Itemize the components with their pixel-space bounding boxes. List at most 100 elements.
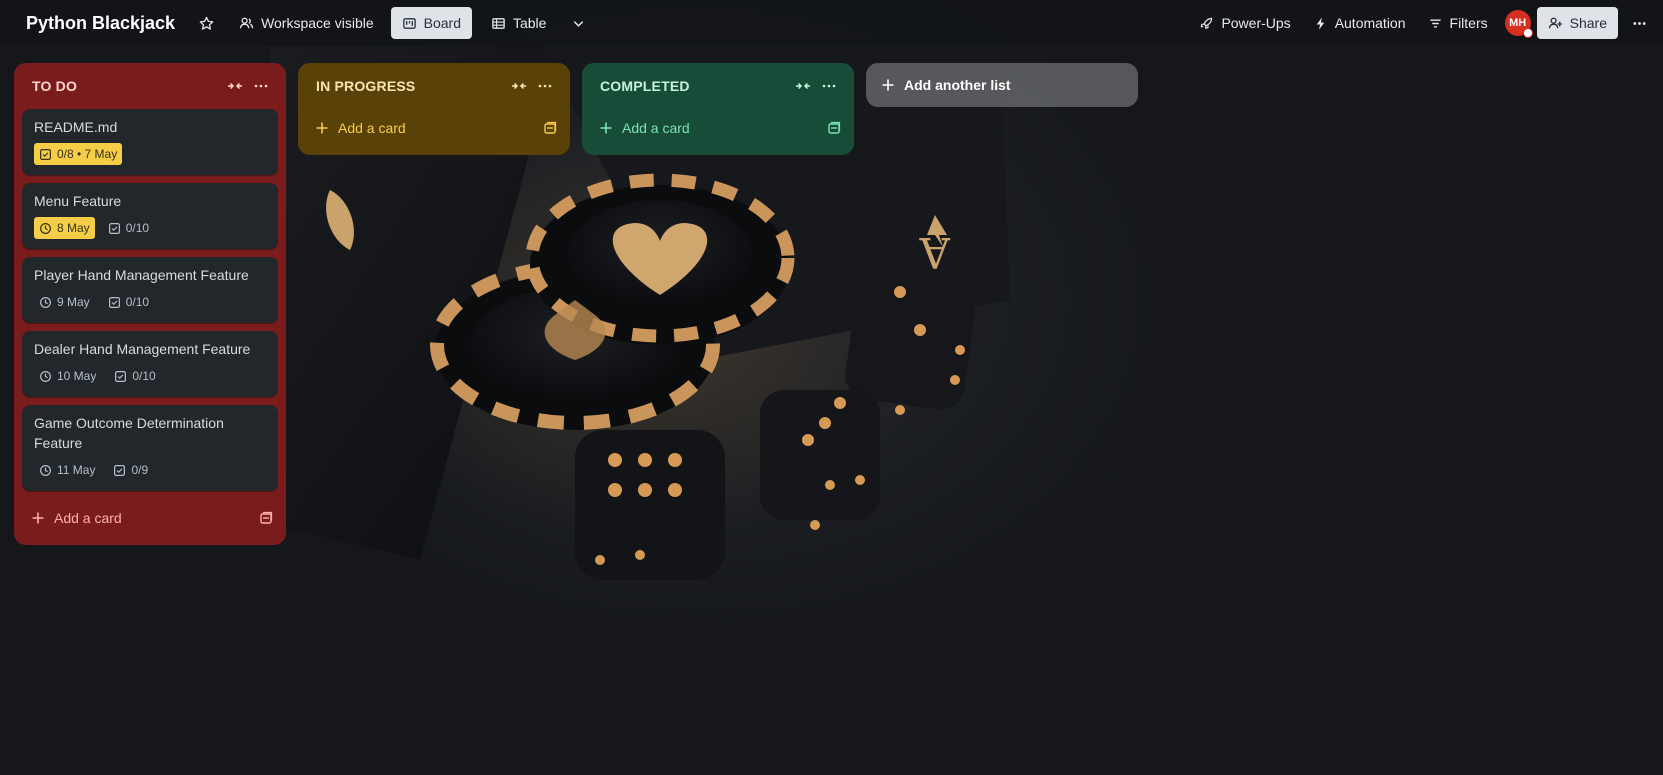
plus-icon [316, 122, 328, 134]
view-table-label: Table [512, 15, 547, 31]
card-title: Player Hand Management Feature [34, 267, 249, 283]
card-template-icon[interactable] [542, 120, 558, 136]
collapse-icon [512, 82, 526, 90]
card-badges: 8 May 0/10 [34, 217, 266, 239]
more-icon [822, 84, 836, 88]
due-date-badge: 10 May [34, 365, 101, 387]
board-icon [402, 17, 416, 29]
badge-text: 10 May [57, 369, 97, 383]
card[interactable]: Dealer Hand Management Feature 10 May 0/… [22, 331, 278, 397]
add-card-label: Add a card [54, 510, 122, 526]
more-icon [538, 84, 552, 88]
badge-text: 0/9 [131, 463, 149, 477]
star-button[interactable] [191, 7, 222, 39]
card-title: Dealer Hand Management Feature [34, 341, 251, 357]
visibility-label: Workspace visible [261, 15, 374, 31]
star-icon [199, 16, 214, 30]
list-actions-button[interactable] [248, 73, 274, 99]
plus-icon [600, 122, 612, 134]
add-card-button[interactable]: Add a card [22, 499, 278, 537]
list-completed: COMPLETED Add a card [582, 63, 854, 155]
view-board-label: Board [423, 15, 461, 31]
card[interactable]: Game Outcome Determination Feature 11 Ma… [22, 405, 278, 491]
clock-icon [40, 296, 51, 308]
badge-text: 0/8 • 7 May [57, 147, 118, 161]
collapse-icon [228, 82, 242, 90]
add-card-button[interactable]: Add a card [306, 109, 562, 147]
card-badges: 9 May 0/10 [34, 291, 266, 313]
card-title: Menu Feature [34, 193, 122, 209]
chevron-down-icon [574, 20, 584, 27]
clock-icon [40, 464, 51, 476]
collapse-icon [796, 82, 810, 90]
checklist-icon [108, 222, 120, 234]
admin-badge-icon [1522, 28, 1533, 38]
add-list-button[interactable]: Add another list [866, 63, 1138, 107]
list-header: IN PROGRESS [306, 63, 562, 109]
collapse-list-button[interactable] [222, 73, 248, 99]
add-card-label: Add a card [622, 120, 690, 136]
due-date-badge: 9 May [34, 291, 95, 313]
list-title[interactable]: COMPLETED [600, 78, 790, 94]
checklist-badge: 0/10 [109, 365, 160, 387]
checklist-due-badge: 0/8 • 7 May [34, 143, 123, 165]
card-template-icon[interactable] [826, 120, 842, 136]
card-title: README.md [34, 119, 118, 135]
card-title: Game Outcome Determination Feature [34, 415, 224, 451]
board-header: Python Blackjack Workspace visible Board… [0, 0, 1663, 46]
list-header: TO DO [22, 63, 278, 109]
clock-icon [40, 222, 51, 234]
list-actions-button[interactable] [816, 73, 842, 99]
badge-text: 11 May [57, 463, 96, 477]
due-date-badge: 11 May [34, 459, 100, 481]
checklist-icon [114, 464, 126, 476]
board-title[interactable]: Python Blackjack [26, 13, 175, 34]
view-table-button[interactable]: Table [480, 7, 557, 39]
list-title[interactable]: TO DO [32, 78, 222, 94]
filter-icon [1429, 19, 1441, 27]
more-icon [254, 84, 268, 88]
clock-icon [40, 370, 51, 382]
people-icon [239, 17, 254, 28]
board-menu-button[interactable] [1624, 7, 1655, 39]
card-badges: 10 May 0/10 [34, 365, 266, 387]
badge-text: 0/10 [125, 295, 150, 309]
checklist-icon [40, 148, 51, 160]
card-badges: 0/8 • 7 May [34, 143, 266, 165]
automation-button[interactable]: Automation [1302, 7, 1417, 39]
filters-button[interactable]: Filters [1417, 7, 1499, 39]
card[interactable]: README.md 0/8 • 7 May [22, 109, 278, 175]
automation-label: Automation [1334, 15, 1406, 31]
card[interactable]: Player Hand Management Feature 9 May 0/1… [22, 257, 278, 323]
add-card-button[interactable]: Add a card [590, 109, 846, 147]
more-icon [1633, 21, 1646, 25]
card-template-icon[interactable] [258, 510, 274, 526]
list-todo: TO DO README.md 0/8 • 7 May Menu Feature… [14, 63, 286, 545]
list-title[interactable]: IN PROGRESS [316, 78, 506, 94]
table-icon [492, 17, 505, 29]
card-badges: 11 May 0/9 [34, 459, 266, 481]
power-ups-button[interactable]: Power-Ups [1188, 7, 1301, 39]
list-actions-button[interactable] [532, 73, 558, 99]
badge-text: 8 May [57, 221, 90, 235]
share-button[interactable]: Share [1536, 7, 1618, 39]
checklist-badge: 0/9 [108, 459, 153, 481]
checklist-icon [108, 296, 120, 308]
rocket-icon [1201, 17, 1213, 29]
add-person-icon [1548, 17, 1562, 28]
avatar-initials: MH [1509, 17, 1527, 29]
view-board-button[interactable]: Board [390, 7, 472, 39]
visibility-button[interactable]: Workspace visible [228, 7, 385, 39]
share-label: Share [1569, 15, 1607, 31]
collapse-list-button[interactable] [790, 73, 816, 99]
plus-icon [882, 79, 894, 91]
badge-text: 0/10 [132, 369, 156, 383]
more-views-button[interactable] [563, 7, 594, 39]
avatar[interactable]: MH [1504, 10, 1533, 38]
checklist-badge: 0/10 [103, 291, 154, 313]
checklist-icon [115, 370, 127, 382]
card[interactable]: Menu Feature 8 May 0/10 [22, 183, 278, 249]
collapse-list-button[interactable] [506, 73, 532, 99]
power-ups-label: Power-Ups [1221, 15, 1291, 31]
svg-text:A: A [919, 228, 951, 277]
